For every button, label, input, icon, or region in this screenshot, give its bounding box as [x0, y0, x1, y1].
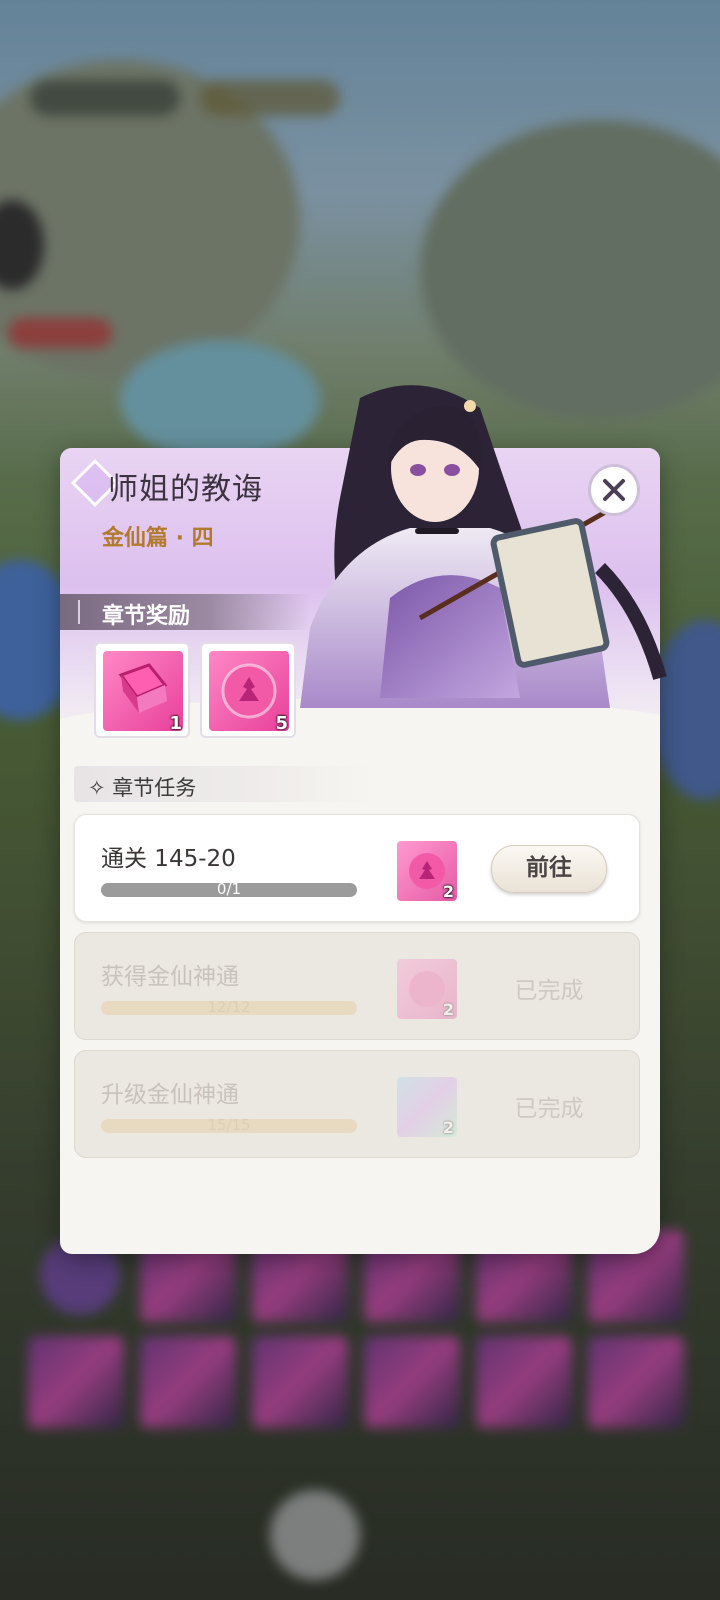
task-title: 通关 145-20 — [101, 846, 236, 872]
rewards-section-label: 章节奖励 — [102, 604, 191, 629]
task-progress-bar: 0/1 — [101, 880, 357, 898]
close-button[interactable] — [588, 464, 640, 516]
task-progress-text: 12/12 — [207, 998, 251, 1016]
task-progress-text: 15/15 — [207, 1116, 251, 1134]
task-reward-orb-icon: 2 — [397, 959, 457, 1019]
character-portrait — [300, 385, 667, 708]
dialog-subtitle: 金仙篇 · 四 — [102, 526, 214, 551]
task-card: 获得金仙神通 12/12 2 已完成 — [74, 932, 640, 1040]
task-progress-bar: 12/12 — [101, 998, 357, 1016]
task-reward-holo-icon: 2 — [397, 1077, 457, 1137]
go-button[interactable]: 前往 — [491, 845, 607, 893]
reward-item-book[interactable]: 1 — [94, 642, 190, 738]
task-reward-count: 2 — [442, 1000, 454, 1019]
completed-label: 已完成 — [514, 1096, 584, 1122]
reward-item-orb[interactable]: 5 — [200, 642, 296, 738]
reward-count: 1 — [169, 713, 182, 734]
task-card: 升级金仙神通 15/15 2 已完成 — [74, 1050, 640, 1158]
task-progress-bar: 15/15 — [101, 1116, 357, 1134]
task-progress-text: 0/1 — [216, 880, 242, 898]
tasks-section-header: ✧ 章节任务 — [74, 766, 374, 802]
task-reward-count: 2 — [442, 882, 454, 901]
task-reward-orb-icon[interactable]: 2 — [397, 841, 457, 901]
rewards-section-header: 章节奖励 — [60, 594, 310, 630]
close-icon — [603, 479, 625, 501]
chapter-dialog: 章节奖励 师姐的教诲 金仙篇 · 四 1 5 ✧ 章节任务 通关 145-20 … — [60, 385, 667, 1254]
reward-count: 5 — [275, 713, 288, 734]
task-reward-count: 2 — [442, 1118, 454, 1137]
task-title: 获得金仙神通 — [101, 964, 239, 990]
task-title: 升级金仙神通 — [101, 1082, 239, 1108]
tasks-section-label: ✧ 章节任务 — [88, 776, 197, 800]
dialog-title: 师姐的教诲 — [108, 472, 263, 507]
task-card: 通关 145-20 0/1 2 前往 — [74, 814, 640, 922]
completed-label: 已完成 — [514, 978, 584, 1004]
